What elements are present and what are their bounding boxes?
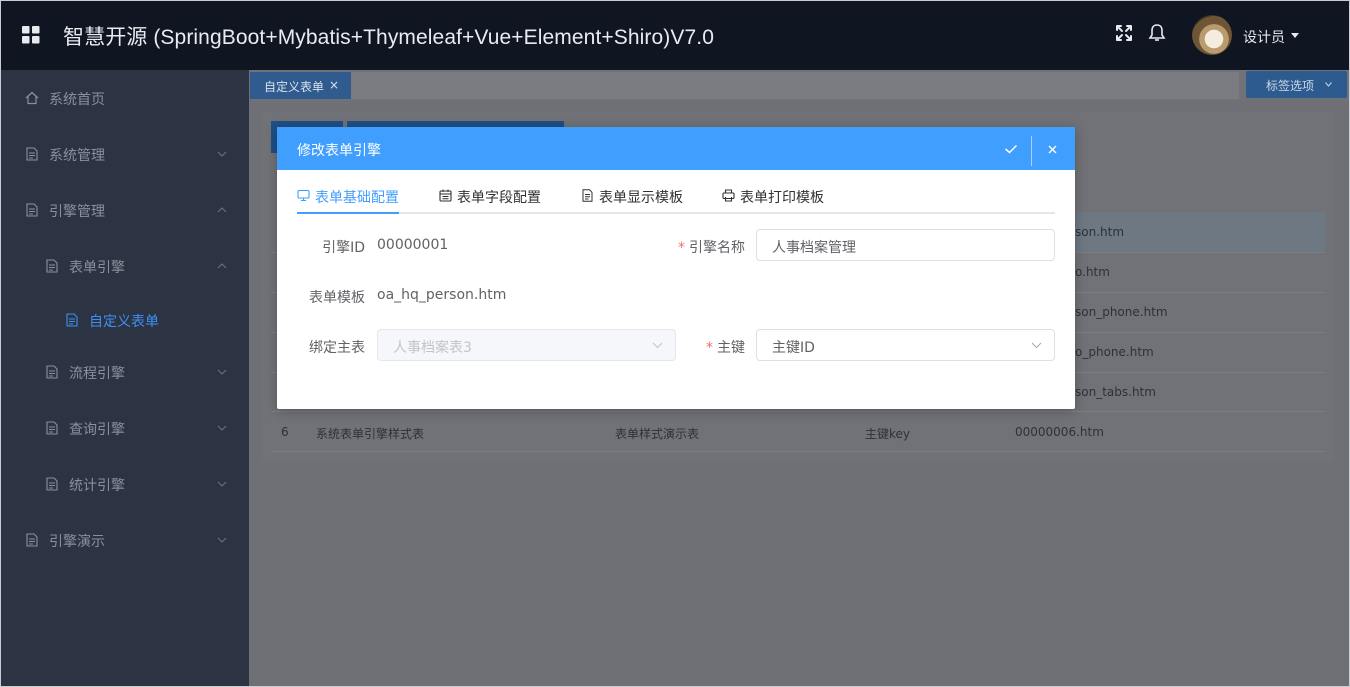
document-icon [66,313,78,327]
chevron-down-icon [217,369,227,375]
table-cell-index: 6 [281,425,289,439]
sidebar-item-label: 流程引擎 [69,366,125,382]
document-icon [46,365,58,379]
required-mark: * [678,240,685,256]
home-icon [25,91,39,105]
sidebar-item-label: 表单引擎 [69,260,125,276]
monitor-icon [297,189,310,202]
bind-table-select: 人事档案表3 [377,329,676,361]
bind-table-value: 人事档案表3 [393,340,472,356]
chevron-down-icon [217,425,227,431]
sidebar-item-engine-demo[interactable]: 引擎演示 [1,512,249,568]
sidebar-item-form-engine[interactable]: 表单引擎 [1,238,249,294]
active-tab-indicator [297,212,399,214]
top-header: 智慧开源 (SpringBoot+Mybatis+Thymeleaf+Vue+E… [1,1,1349,70]
document-icon [582,189,593,202]
grid-icon[interactable] [22,26,40,44]
tab-options-button[interactable]: 标签选项 [1246,71,1347,98]
sidebar-item-label: 自定义表单 [89,314,159,330]
calendar-icon [439,189,452,202]
table-cell-key: 主键key [865,427,911,441]
sidebar-item-workflow-engine[interactable]: 流程引擎 [1,344,249,400]
sidebar-item-label: 统计引擎 [69,478,125,494]
chevron-up-icon [217,207,227,213]
sidebar-item-engine[interactable]: 引擎管理 [1,182,249,238]
table-cell: o_phone.htm [1075,345,1154,359]
engine-name-value: 人事档案管理 [772,240,856,256]
table-cell: o.htm [1075,265,1110,279]
table-cell: son_phone.htm [1075,305,1168,319]
engine-name-label: * 引擎名称 [667,237,745,257]
sidebar-item-label: 引擎管理 [49,204,105,220]
table-cell: son.htm [1075,225,1125,239]
sidebar-item-stats-engine[interactable]: 统计引擎 [1,456,249,512]
header-divider [1031,136,1032,166]
edit-form-engine-dialog: 修改表单引擎 表单基础配置 表单字段配置 表单显示模板 表单打印模板 引擎ID … [277,127,1075,409]
avatar[interactable] [1192,15,1232,55]
document-icon [26,533,38,547]
chevron-down-icon [1031,342,1042,349]
check-icon[interactable] [1004,144,1018,154]
engine-name-input[interactable]: 人事档案管理 [756,229,1055,261]
bell-icon[interactable] [1147,23,1167,43]
engine-id-label: 引擎ID [322,240,365,256]
document-icon [46,421,58,435]
user-name[interactable]: 设计员 [1243,27,1285,47]
sidebar-item-label: 引擎演示 [49,534,105,550]
table-cell-desc: 表单样式演示表 [615,427,700,441]
tab-custom-form[interactable]: 自定义表单 × [250,72,351,99]
dialog-header: 修改表单引擎 [277,127,1075,170]
close-icon[interactable]: × [329,78,339,92]
row-divider [271,411,1325,412]
app-window: 智慧开源 (SpringBoot+Mybatis+Thymeleaf+Vue+E… [0,0,1350,687]
close-icon[interactable] [1048,145,1057,154]
row-divider [271,451,1325,452]
document-icon [26,203,38,217]
template-label: 表单模板 [309,290,365,306]
primary-key-label-text: 主键 [717,340,745,356]
document-icon [46,477,58,491]
chevron-down-icon [1325,82,1332,87]
chevron-down-icon [217,481,227,487]
tab-label: 表单打印模板 [740,190,824,206]
chevron-down-icon [217,151,227,157]
chevron-up-icon [217,263,227,269]
table-cell-file: 00000006.htm [1015,425,1104,439]
printer-icon [722,189,735,202]
tab-label: 表单显示模板 [599,190,683,206]
document-icon [46,259,58,273]
tab-label: 自定义表单 [264,80,325,94]
primary-key-label: * 主键 [687,337,745,357]
sidebar-item-query-engine[interactable]: 查询引擎 [1,400,249,456]
tab-options-label: 标签选项 [1266,79,1315,93]
sidebar-item-label: 系统管理 [49,148,105,164]
sidebar-item-custom-form[interactable]: 自定义表单 [1,292,249,348]
tab-label: 表单基础配置 [315,190,399,206]
table-cell: son_tabs.htm [1075,385,1156,399]
sidebar-item-system[interactable]: 系统管理 [1,126,249,182]
sidebar-item-label: 系统首页 [49,92,105,108]
chevron-down-icon [217,537,227,543]
engine-id-value: 00000001 [377,237,449,253]
bind-table-label: 绑定主表 [309,340,365,356]
app-title: 智慧开源 (SpringBoot+Mybatis+Thymeleaf+Vue+E… [63,26,714,49]
document-icon [26,147,38,161]
fullscreen-icon[interactable] [1114,23,1134,43]
chevron-down-icon [652,342,663,349]
required-mark: * [706,340,713,356]
sidebar: 系统首页 系统管理 引擎管理 表单引擎 自定义表单 流程引擎 查询引擎 统计引擎… [1,70,249,686]
tab-bar-strip [351,72,1239,99]
table-cell-name: 系统表单引擎样式表 [316,427,425,441]
primary-key-value: 主键ID [772,340,815,356]
template-value: oa_hq_person.htm [377,287,507,303]
sidebar-item-home[interactable]: 系统首页 [1,70,249,126]
primary-key-select[interactable]: 主键ID [756,329,1055,361]
dialog-tabs: 表单基础配置 表单字段配置 表单显示模板 表单打印模板 [297,170,1055,214]
engine-name-label-text: 引擎名称 [689,240,745,256]
tab-label: 表单字段配置 [457,190,541,206]
sidebar-item-label: 查询引擎 [69,422,125,438]
chevron-down-icon[interactable] [1291,33,1299,38]
dialog-title: 修改表单引擎 [297,143,381,159]
